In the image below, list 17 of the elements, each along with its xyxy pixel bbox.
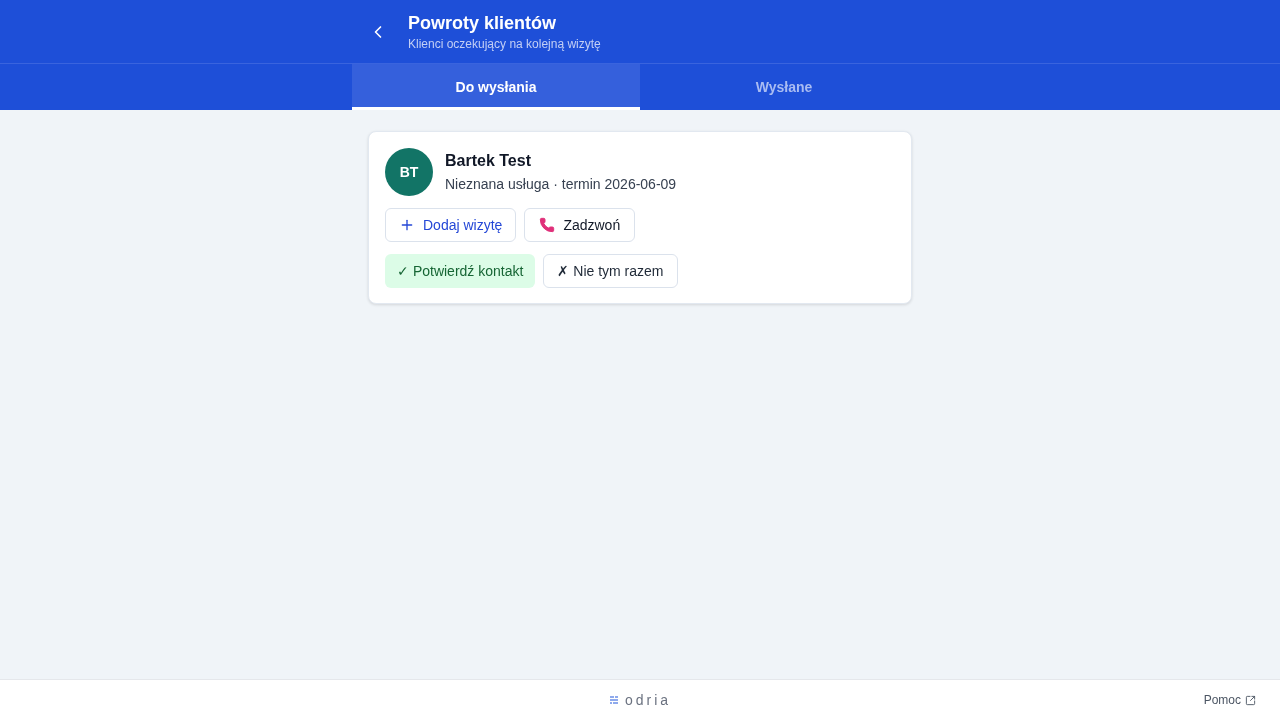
confirm-contact-button[interactable]: ✓ Potwierdź kontakt [385,254,536,288]
client-details: Nieznana usługa · termin 2026-06-09 [445,175,677,194]
client-name: Bartek Test [445,151,532,171]
page-title: Powroty klientów [408,11,558,34]
tab[interactable]: Wysłane [640,64,928,110]
logo-text: odria [624,693,672,707]
add-visit-button[interactable]: Dodaj wizytę [385,208,517,242]
help-link[interactable]: Pomoc [1203,691,1256,709]
tab[interactable]: Do wysłania [352,64,640,110]
external-link-icon [1245,694,1256,706]
plus-icon [399,217,415,233]
phone-icon [539,217,556,233]
call-button[interactable]: Zadzwoń [524,208,636,242]
avatar: BT [385,148,433,196]
logo-icon [608,695,619,705]
dismiss-button[interactable]: ✗ Nie tym razem [543,254,678,288]
page-subtitle: Klienci oczekujący na kolejną wizytę [408,35,601,52]
